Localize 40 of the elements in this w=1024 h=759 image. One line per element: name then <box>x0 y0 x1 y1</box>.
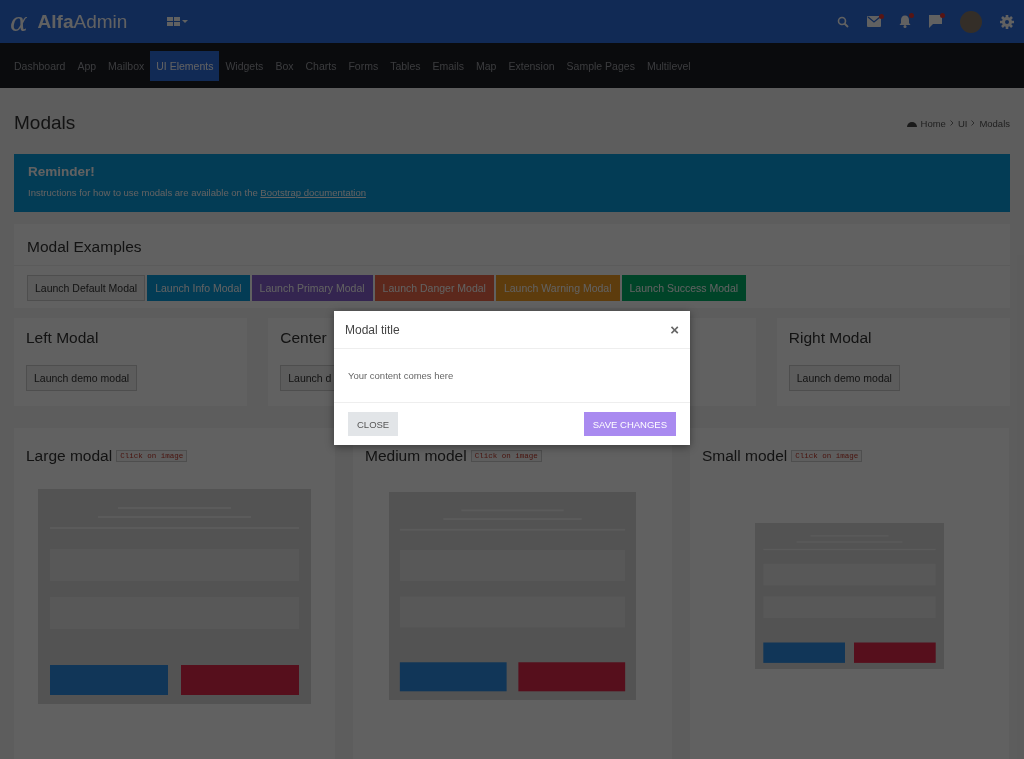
launch-modal-button[interactable]: Launch Info Modal <box>147 275 250 301</box>
bell-icon[interactable] <box>899 15 911 28</box>
documentation-link[interactable]: Bootstrap documentation <box>260 187 366 198</box>
logo-mark: α <box>10 8 28 35</box>
launch-demo-button[interactable]: Launch demo modal <box>26 365 138 391</box>
chat-icon[interactable] <box>929 15 942 28</box>
breadcrumb-link[interactable]: UI <box>957 117 968 129</box>
card-title: Right Modal <box>788 329 872 347</box>
alert-title: Reminder! <box>28 164 96 179</box>
settings-icon[interactable] <box>1000 14 1014 29</box>
card-title: Small model <box>702 447 788 465</box>
modal-title: Modal title <box>345 322 400 337</box>
alert-text: Instructions for how to use modals are available on the Bootstrap documentation <box>28 187 367 198</box>
dashboard-icon <box>906 119 917 127</box>
search-icon[interactable] <box>837 15 849 28</box>
card-title: Center <box>280 329 327 347</box>
close-button[interactable]: × <box>670 321 679 338</box>
notification-dot <box>879 14 884 19</box>
launch-demo-button[interactable]: Launch demo modal <box>788 365 900 391</box>
card-title: Modal Examples <box>14 224 1010 266</box>
card-title: Medium model <box>365 447 467 465</box>
close-button[interactable]: CLOSE <box>348 412 399 436</box>
chevron-icon <box>949 120 954 126</box>
apps-grid-icon[interactable] <box>167 16 190 27</box>
launch-modal-button[interactable]: Launch Success Modal <box>621 275 747 301</box>
page-title: Modals <box>14 112 76 134</box>
card-title: Large modal <box>26 447 113 465</box>
launch-modal-button[interactable]: Launch Warning Modal <box>495 275 620 301</box>
brand-name: AlfaAdmin <box>37 10 128 33</box>
notification-dot <box>909 13 914 18</box>
modal-backdrop[interactable] <box>0 0 1024 759</box>
nav-tab[interactable]: UI Elements <box>150 50 220 81</box>
launch-modal-button[interactable]: Launch Default Modal <box>27 275 146 301</box>
chevron-icon <box>971 120 976 126</box>
modal-body-text: Your content comes here <box>348 370 454 381</box>
launch-modal-button[interactable]: Launch Danger Modal <box>374 275 494 301</box>
mail-icon[interactable] <box>867 16 881 27</box>
notification-dot <box>940 13 945 18</box>
card-title: Left Modal <box>26 329 99 347</box>
save-button[interactable]: SAVE CHANGES <box>583 412 676 436</box>
